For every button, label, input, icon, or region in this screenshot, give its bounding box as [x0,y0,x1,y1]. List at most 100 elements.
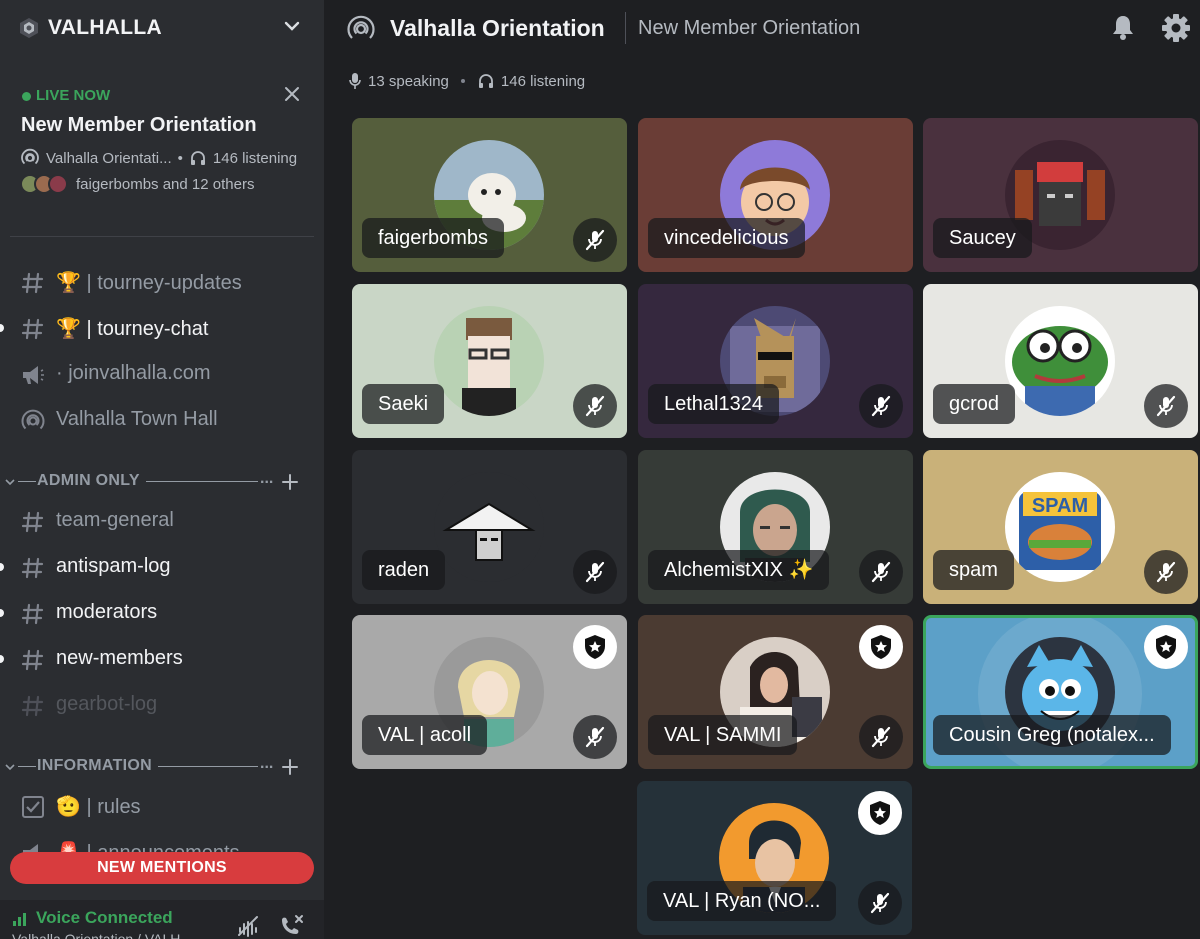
hashtag-icon [21,603,44,625]
live-event-title[interactable]: New Member Orientation [21,114,257,137]
speaker-tile[interactable]: raden [352,450,627,604]
new-mentions-button[interactable]: NEW MENTIONS [10,852,314,884]
speaker-name: vincedelicious [648,218,805,258]
signal-strength-icon [13,913,26,926]
speaker-tile[interactable]: VAL | acoll [352,615,627,769]
headphones-icon [190,151,205,165]
channel-valhalla-town-hall[interactable]: Valhalla Town Hall [0,400,324,440]
live-listening-count: 146 listening [212,149,298,167]
chevron-down-icon [5,479,15,486]
rules-checkbox-icon [22,796,44,818]
separator-dot: • [177,149,183,167]
speaker-name: Cousin Greg (notalex... [933,715,1171,755]
channel-label: gearbot-log [56,693,158,715]
speaking-count: 13 speaking [368,72,449,90]
speaker-name: gcrod [933,384,1016,424]
channel-label: team-general [56,509,174,531]
channel-rules[interactable]: 🫡 | rules [0,786,324,826]
add-channel-icon[interactable] [280,472,300,492]
channel-team-general[interactable]: team-general [0,501,324,541]
channel-label: 🏆 | tourney-chat [56,318,209,340]
muted-mic-indicator [1144,550,1188,594]
mic-muted-icon [871,726,891,748]
muted-mic-indicator [858,881,902,925]
stage-topic: New Member Orientation [638,17,861,39]
separator-dot [460,79,465,83]
live-participants-text: faigerbombs and 12 others [76,175,255,193]
category-information[interactable]: INFORMATION ... [0,755,324,779]
speaker-name: spam [933,550,1014,590]
unread-indicator [0,324,4,332]
speaker-name: Saeki [362,384,445,424]
speaker-tile[interactable]: VAL | Ryan (NO... [637,781,912,935]
mic-muted-icon [585,395,605,417]
disconnect-call-icon[interactable] [278,914,304,938]
mic-muted-icon [585,229,605,251]
announcement-icon [23,366,44,384]
moderator-badge [859,625,903,669]
stage-title: Valhalla Orientation [390,15,605,41]
gear-icon[interactable] [1160,12,1192,44]
speaker-tile[interactable]: vincedelicious [638,118,913,272]
speaker-name: Lethal1324 [648,384,779,424]
speaker-tile[interactable]: AlchemistXIX ✨ [638,450,913,604]
unread-indicator [0,563,4,571]
channel-new-members[interactable]: new-members [0,639,324,679]
speaker-tile[interactable]: Lethal1324 [638,284,913,438]
channel-joinvalhalla[interactable]: · joinvalhalla.com [0,354,324,394]
voice-status[interactable]: Voice Connected [36,908,173,928]
speaker-tile[interactable]: VAL | SAMMI [638,615,913,769]
speaker-name: AlchemistXIX ✨ [648,550,830,590]
category-label: ADMIN ONLY [37,472,140,489]
unread-indicator [0,609,4,617]
avatar [48,174,68,194]
channel-tourney-chat[interactable]: 🏆 | tourney-chat [0,308,324,348]
category-line [146,481,258,482]
live-event-meta: Valhalla Orientati... • 146 listening [20,148,297,168]
live-channel-name: Valhalla Orientati... [46,149,172,167]
moderator-badge [858,791,902,835]
speaker-name: VAL | SAMMI [648,715,798,755]
bell-icon[interactable] [1108,12,1138,42]
mic-muted-icon [871,561,891,583]
category-label: INFORMATION [37,757,152,774]
hashtag-icon [21,649,44,671]
speaker-tile[interactable]: faigerbombs [352,118,627,272]
noise-suppression-icon[interactable] [236,914,260,938]
channel-label: 🏆 | tourney-updates [56,272,242,294]
channel-gearbot-log[interactable]: gearbot-log [0,685,324,725]
channel-label: new-members [56,647,183,669]
category-admin-only[interactable]: ADMIN ONLY ... [0,470,324,494]
muted-mic-indicator [859,715,903,759]
voice-channel-path[interactable]: Valhalla Orientation / VALH... [12,931,192,939]
live-participants[interactable]: faigerbombs and 12 others [20,174,254,194]
moderator-badge [1144,625,1188,669]
speaker-tile[interactable]: Saeki [352,284,627,438]
speaker-tile[interactable]: Saucey [923,118,1198,272]
close-icon[interactable] [282,84,302,104]
live-now-label: LIVE NOW [36,87,111,104]
speaker-tile[interactable]: Cousin Greg (notalex... [923,615,1198,769]
avatar [1005,306,1115,416]
headphones-icon [478,74,493,88]
shield-star-icon [585,635,605,659]
chevron-down-icon[interactable] [282,16,302,36]
mic-muted-icon [870,892,890,914]
channel-antispam-log[interactable]: antispam-log [0,547,324,587]
microphone-icon [349,73,361,89]
channel-tourney-updates[interactable]: 🏆 | tourney-updates [0,262,324,302]
channel-moderators[interactable]: moderators [0,593,324,633]
add-channel-icon[interactable] [280,757,300,777]
stage-view: Valhalla Orientation New Member Orientat… [324,0,1200,939]
channel-sidebar: VALHALLA LIVE NOW New Member Orientation… [0,0,324,939]
speaker-tile[interactable]: gcrod [923,284,1198,438]
avatar [434,306,544,416]
hashtag-icon [21,695,44,717]
speaker-tile[interactable]: SPAM spam [923,450,1198,604]
channel-label: · joinvalhalla.com [56,362,211,384]
channel-label: Valhalla Town Hall [56,408,218,430]
server-header[interactable]: VALHALLA [0,0,324,56]
speaker-name: faigerbombs [362,218,505,258]
divider [625,12,626,44]
mic-muted-icon [1156,561,1176,583]
